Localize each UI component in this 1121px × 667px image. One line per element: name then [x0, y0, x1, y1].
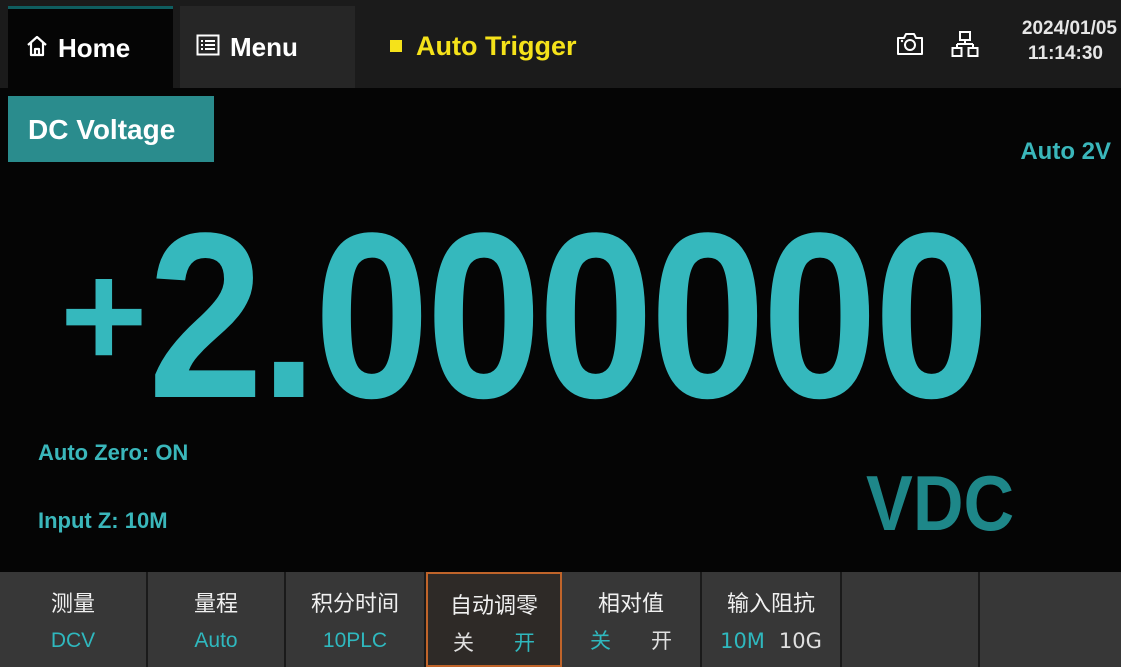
unit-label: VDC [866, 459, 1015, 547]
option-10g: 10G [778, 629, 822, 653]
function-label: DC Voltage [8, 96, 214, 162]
softkey-title: 量程 [193, 592, 238, 617]
option-on: 开 [651, 629, 672, 653]
measurement-display: DC Voltage Auto 2V +2.000000 Auto Zero: … [0, 88, 1121, 572]
main-reading: +2.000000 [60, 180, 1100, 452]
reading-value: 2.000000 [147, 184, 990, 448]
softkey-input-impedance[interactable]: 输入阻抗 10M 10G [702, 572, 842, 667]
trigger-mode-label: Auto Trigger [416, 30, 577, 61]
input-impedance-status: Input Z: 10M [38, 508, 168, 533]
softkey-range[interactable]: 量程 Auto [148, 572, 286, 667]
camera-icon[interactable] [895, 30, 925, 63]
network-icon [951, 30, 979, 63]
softkey-empty-7[interactable] [842, 572, 980, 667]
datetime: 2024/01/05 11:14:30 [987, 16, 1117, 66]
trigger-status-dot [390, 40, 402, 52]
softkey-title: 输入阻抗 [726, 592, 815, 617]
softkey-relative[interactable]: 相对值 关 开 [562, 572, 702, 667]
top-bar: Home Menu Auto Trigger 2024/01/05 11:14:… [0, 0, 1121, 88]
home-icon [26, 33, 48, 64]
time-display: 11:14:30 [1027, 43, 1103, 64]
date-display: 2024/01/05 [1021, 18, 1117, 39]
menu-icon [196, 32, 220, 63]
softkey-title: 自动调零 [449, 594, 538, 619]
softkey-empty-8[interactable] [980, 572, 1121, 667]
trigger-mode-indicator[interactable]: Auto Trigger [390, 26, 577, 66]
range-label: Auto 2V [1020, 138, 1111, 165]
tab-menu-label: Menu [230, 31, 298, 62]
auto-zero-status: Auto Zero: ON [38, 440, 189, 465]
softkey-value: DCV [50, 629, 96, 652]
option-off: 关 [590, 629, 611, 653]
reading-sign: + [60, 231, 148, 399]
option-on: 开 [514, 631, 535, 655]
softkey-value: Auto [194, 629, 238, 652]
softkey-title: 相对值 [597, 592, 664, 617]
option-off: 关 [453, 631, 474, 655]
softkey-measure[interactable]: 测量 DCV [0, 572, 148, 667]
softkey-integration-time[interactable]: 积分时间 10PLC [286, 572, 426, 667]
softkey-title: 测量 [50, 592, 95, 617]
softkey-auto-zero[interactable]: 自动调零 关 开 [426, 572, 562, 667]
softkey-title: 积分时间 [310, 592, 399, 617]
tab-home-label: Home [58, 33, 131, 63]
softkey-value: 10PLC [322, 629, 388, 652]
softkey-bar: 测量 DCV 量程 Auto 积分时间 10PLC 自动调零 关 开 相对值 关… [0, 572, 1121, 667]
tab-home[interactable]: Home [8, 6, 173, 88]
tab-menu[interactable]: Menu [180, 6, 355, 88]
option-10m: 10M [720, 629, 765, 653]
